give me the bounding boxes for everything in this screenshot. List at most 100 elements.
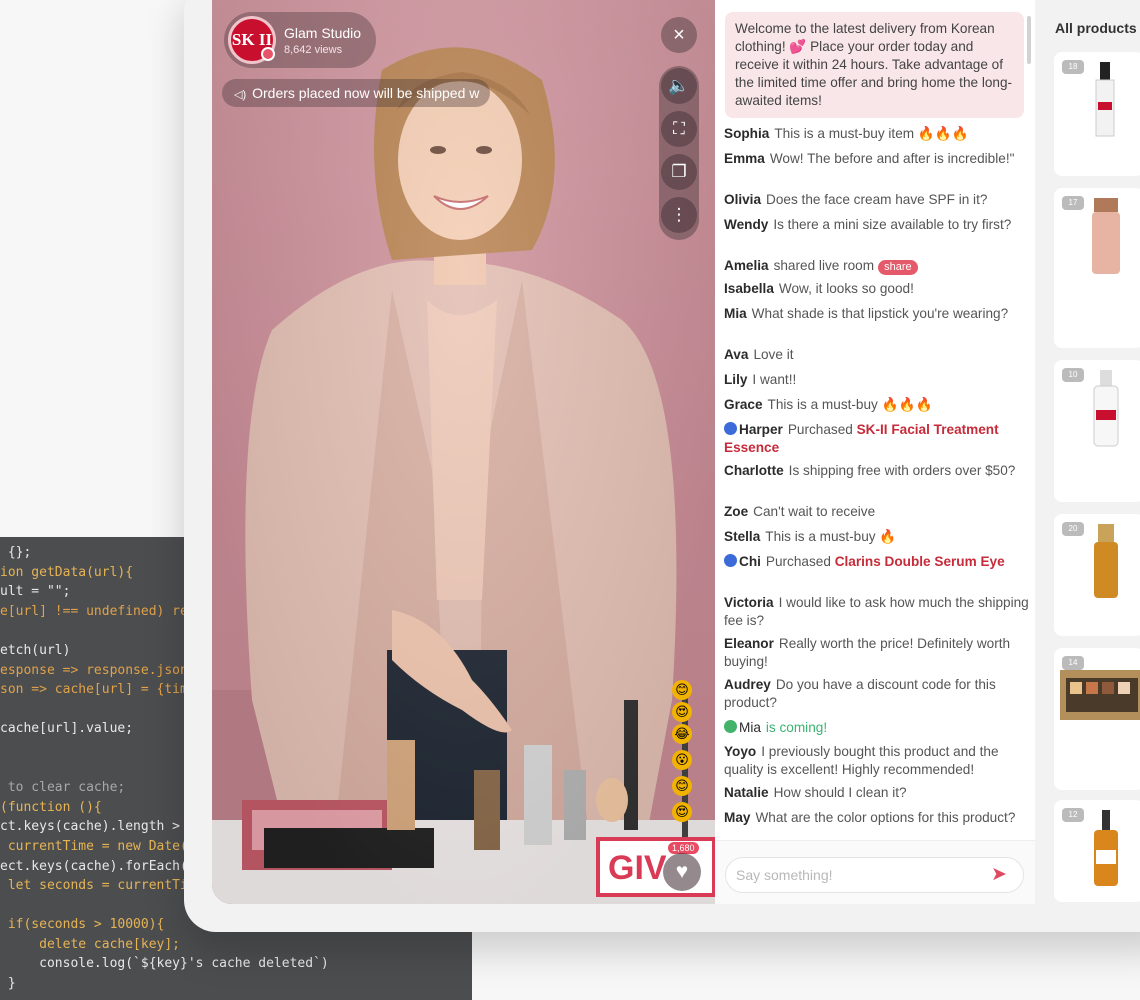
- more-icon[interactable]: ⋮: [661, 197, 697, 233]
- chat-message: Victoria I would like to ask how much the…: [724, 594, 1029, 630]
- chat-message: Olivia Does the face cream have SPF in it…: [724, 191, 1029, 209]
- member-badge-icon: [724, 720, 737, 733]
- chat-composer: Say something! ➤: [715, 840, 1035, 904]
- product-card[interactable]: 17: [1054, 188, 1140, 348]
- chat-message: Natalie How should I clean it?: [724, 784, 1029, 802]
- chat-panel: Welcome to the latest delivery from Kore…: [715, 0, 1035, 904]
- chat-message: May What are the color options for this p…: [724, 809, 1029, 827]
- code-line: }: [0, 974, 329, 994]
- chat-username: Wendy: [724, 217, 769, 232]
- chat-username: Amelia: [724, 258, 769, 273]
- products-title: All products: [1055, 20, 1137, 36]
- close-button[interactable]: ×: [661, 17, 697, 53]
- shipping-notice: ◁) Orders placed now will be shipped w: [222, 79, 490, 107]
- host-chip[interactable]: SK II Glam Studio 8,642 views: [224, 12, 376, 68]
- chat-text: This is a must-buy 🔥🔥🔥: [767, 397, 933, 412]
- chat-username: Ava: [724, 347, 749, 362]
- chat-input-placeholder: Say something!: [736, 867, 833, 883]
- host-name: Glam Studio: [284, 24, 362, 41]
- host-avatar[interactable]: SK II: [228, 16, 276, 64]
- reaction-emoji-icon: 😍: [672, 702, 692, 722]
- chat-message: Harper Purchased SK-II Facial Treatment E…: [724, 421, 1029, 457]
- chat-text: I previously bought this product and the…: [724, 744, 999, 777]
- live-video[interactable]: SK II Glam Studio 8,642 views ◁) Orders p…: [212, 0, 715, 904]
- fullscreen-icon[interactable]: ⛶: [661, 111, 697, 147]
- like-button[interactable]: ♥: [663, 853, 701, 891]
- product-card[interactable]: 20: [1054, 514, 1140, 636]
- chat-message: Emma Wow! The before and after is incredi…: [724, 150, 1029, 168]
- chat-username: Harper: [739, 422, 783, 437]
- product-image: [1095, 62, 1115, 137]
- product-image: [1093, 370, 1119, 447]
- product-card[interactable]: 14: [1054, 648, 1140, 790]
- chat-message: Chi Purchased Clarins Double Serum Eye: [724, 553, 1029, 571]
- product-card[interactable]: 12: [1054, 800, 1140, 902]
- chat-username: Yoyo: [724, 744, 757, 759]
- product-number: 10: [1062, 368, 1084, 382]
- volume-icon[interactable]: 🔈: [661, 68, 697, 104]
- buyer-badge-icon: [724, 422, 737, 435]
- chat-text: is coming!: [765, 720, 828, 735]
- code-line-text: (function (){: [0, 799, 102, 815]
- chat-text: This is a must-buy item 🔥🔥🔥: [774, 126, 969, 141]
- product-image: [1092, 198, 1120, 274]
- chat-text: Is there a mini size available to try fi…: [773, 217, 1012, 232]
- code-line-text: son => cache[url] = {tim: [0, 682, 188, 698]
- chat-text: This is a must-buy 🔥: [765, 529, 897, 544]
- chat-text: Does the face cream have SPF in it?: [766, 192, 988, 207]
- chat-message: Lily I want!!: [724, 371, 1029, 389]
- chat-message: Grace This is a must-buy 🔥🔥🔥: [724, 396, 1029, 414]
- reaction-emoji-icon: 😊: [672, 776, 692, 796]
- chat-username: Grace: [724, 397, 763, 412]
- product-number: 14: [1062, 656, 1084, 670]
- chat-text: What shade is that lipstick you're weari…: [751, 306, 1009, 321]
- chat-message: Yoyo I previously bought this product and…: [724, 743, 1029, 779]
- reaction-emoji-icon: 😂: [672, 724, 692, 744]
- send-icon[interactable]: ➤: [991, 864, 1013, 886]
- chat-input[interactable]: Say something! ➤: [725, 857, 1024, 893]
- chat-message: Sophia This is a must-buy item 🔥🔥🔥: [724, 125, 1029, 143]
- picture-in-picture-icon[interactable]: ❐: [661, 154, 697, 190]
- code-line-text: ion getData(url){: [0, 564, 134, 580]
- chat-username: Natalie: [724, 785, 769, 800]
- code-line-text: ct.keys(cache).length >: [0, 819, 181, 835]
- code-line-text: etch(url): [0, 642, 71, 658]
- chat-text: Purchased: [787, 422, 853, 437]
- code-line-text: if(seconds > 10000){: [0, 917, 165, 933]
- code-line-text: ect.keys(cache).forEach(: [0, 858, 188, 874]
- product-image: [1060, 670, 1140, 720]
- heart-icon: ♥: [675, 860, 689, 883]
- welcome-message: Welcome to the latest delivery from Kore…: [725, 12, 1024, 118]
- video-tools: 🔈 ⛶ ❐ ⋮: [659, 66, 699, 240]
- chat-username: May: [724, 810, 751, 825]
- chat-text: shared live room: [773, 258, 875, 273]
- product-number: 12: [1062, 808, 1084, 822]
- reaction-emoji-icon: 😊: [672, 680, 692, 700]
- purchased-product-link[interactable]: Clarins Double Serum Eye: [835, 554, 1005, 569]
- chat-username: Sophia: [724, 126, 770, 141]
- video-vignette: [212, 0, 715, 904]
- product-number: 17: [1062, 196, 1084, 210]
- chat-scrollbar[interactable]: [1027, 16, 1031, 64]
- product-card[interactable]: 10: [1054, 360, 1140, 502]
- chat-message: Wendy Is there a mini size available to t…: [724, 216, 1029, 234]
- chat-username: Stella: [724, 529, 761, 544]
- screen: {}; ion getData(url){ult = ""; e[url] !== …: [0, 0, 1140, 1000]
- code-line-text: ult = "";: [0, 584, 71, 600]
- host-views: 8,642 views: [284, 43, 343, 56]
- chat-message: Amelia shared live room share: [724, 257, 1029, 275]
- shipping-notice-text: Orders placed now will be shipped w: [252, 85, 480, 101]
- code-line: console.log(`${key}'s cache deleted`): [0, 954, 329, 974]
- product-card[interactable]: 18: [1054, 52, 1140, 176]
- code-line-text: esponse => response.json: [0, 662, 188, 678]
- speaker-icon: ◁): [234, 89, 247, 101]
- chat-text: Purchased: [765, 554, 831, 569]
- chat-message: Stella This is a must-buy 🔥: [724, 528, 1029, 546]
- chat-message: Eleanor Really worth the price! Definitel…: [724, 635, 1029, 671]
- chat-message: Zoe Can't wait to receive: [724, 503, 1029, 521]
- chat-message: Charlotte Is shipping free with orders ov…: [724, 462, 1029, 480]
- chat-username: Olivia: [724, 192, 762, 207]
- code-line-text: let seconds = currentTi: [0, 878, 188, 894]
- chat-username: Isabella: [724, 281, 774, 296]
- code-line-text: }: [0, 976, 16, 992]
